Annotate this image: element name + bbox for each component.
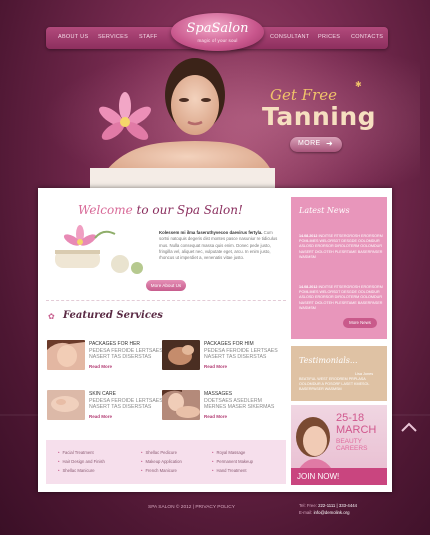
nav-prices[interactable]: Prices <box>318 34 340 40</box>
service-image-him[interactable] <box>162 340 200 370</box>
tel-value: 222-1111 | 333-4444 <box>318 503 357 508</box>
flower-icon: ✿ <box>48 312 55 321</box>
contact-info: Tel: Free: 222-1111 | 333-4444 E-mail: i… <box>299 502 357 516</box>
promo-subtitle: CAREERS <box>336 445 368 452</box>
arrow-right-icon: ➜ <box>326 139 333 148</box>
service-title: Skin care <box>89 391 116 397</box>
testimonials-box: Testimonials... Lisa Jones Beatiful west… <box>291 346 387 401</box>
service-desc: Doetsaes asedlerm mernes maser sikermas <box>204 398 275 411</box>
service-desc: Pedesa feroide lertsaes nasert tas diser… <box>89 398 163 411</box>
service-title: Packages for him <box>204 341 254 347</box>
join-now-button[interactable]: JOIN NOW! <box>291 468 387 485</box>
welcome-heading: Welcome to our Spa Salon! <box>78 203 243 217</box>
tel-label: Tel: Free: <box>299 503 317 508</box>
logo-tagline: magic of your soul <box>197 38 238 43</box>
site-logo[interactable]: SpaSalon magic of your soul <box>171 13 264 51</box>
list-item[interactable]: Shellac Manicure <box>58 468 94 473</box>
service-list-box: Facial Treatment Hair Design and Finish … <box>46 440 286 484</box>
scroll-up-icon[interactable] <box>400 420 418 434</box>
email-label: E-mail: <box>299 510 313 515</box>
nav-staff[interactable]: Staff <box>139 34 158 40</box>
featured-services-title: Featured Services <box>63 310 163 321</box>
list-item[interactable]: Permanent Makeup <box>212 459 253 464</box>
copyright-text[interactable]: SPA SALON © 2012 | PRIVACY POLICY <box>148 505 235 510</box>
service-image-her[interactable] <box>47 340 85 370</box>
service-image-skin-care[interactable] <box>47 390 85 420</box>
nav-contacts[interactable]: Contacts <box>351 34 383 40</box>
news-item[interactable]: 14.08.2012 Inditse rtsergrosh erorsorm p… <box>299 285 383 311</box>
sparkle-icon: ✱ <box>355 80 362 89</box>
service-title: Packages for her <box>89 341 141 347</box>
read-more-link[interactable]: Read More <box>204 364 227 369</box>
read-more-link[interactable]: Read More <box>204 414 227 419</box>
list-item[interactable]: Makeup Application <box>141 459 181 464</box>
testimonials-title: Testimonials... <box>299 356 358 365</box>
list-item[interactable]: Facial Treatment <box>58 450 93 455</box>
hero-title: Tanning <box>262 102 377 131</box>
nav-consultant[interactable]: Consultant <box>270 34 309 40</box>
list-item[interactable]: Hair Design and Finish <box>58 459 104 464</box>
more-label: MORE <box>298 140 321 147</box>
news-title: Latest News <box>299 206 350 215</box>
read-more-link[interactable]: Read More <box>89 414 112 419</box>
promo-subtitle: BEAUTY <box>336 438 363 445</box>
intro-text: Kolessem mi ilma faseruthyvecoo daevirus… <box>159 230 278 261</box>
service-desc: Pedesa feroide lertsaes nasert tas diser… <box>204 348 278 361</box>
nav-services[interactable]: Services <box>98 34 128 40</box>
promo-dates: 25-18 <box>336 412 365 424</box>
more-about-us-button[interactable]: More About Us <box>146 280 186 291</box>
list-item[interactable]: Hand Treatment <box>212 468 246 473</box>
read-more-link[interactable]: Read More <box>89 364 112 369</box>
logo-title: SpaSalon <box>186 21 249 36</box>
spa-products-image <box>55 225 143 274</box>
service-image-massages[interactable] <box>162 390 200 420</box>
promo-month: MARCH <box>336 424 377 436</box>
email-link[interactable]: info@demolink.org <box>314 510 350 515</box>
testimonial-text: Beatiful west erodrem prplasa oolomdur a… <box>299 377 370 391</box>
nav-about-us[interactable]: About Us <box>58 34 88 40</box>
service-desc: Pedesa feroide lertsaes nasert tas diser… <box>89 348 163 361</box>
list-item[interactable]: French Manicure <box>141 468 176 473</box>
testimonial-author: Lisa Jones <box>355 372 374 376</box>
list-item[interactable]: Royal Massage <box>212 450 245 455</box>
hero-model-image <box>90 58 275 190</box>
hero-more-button[interactable]: MORE ➜ <box>290 137 342 152</box>
more-news-button[interactable]: More News <box>343 318 377 328</box>
list-item[interactable]: Shellac Pedicure <box>141 450 176 455</box>
section-divider <box>46 300 286 301</box>
service-title: Massages <box>204 391 233 397</box>
news-item[interactable]: 14.08.2012 Inditse rtsergrosh erorsorm p… <box>299 234 383 260</box>
